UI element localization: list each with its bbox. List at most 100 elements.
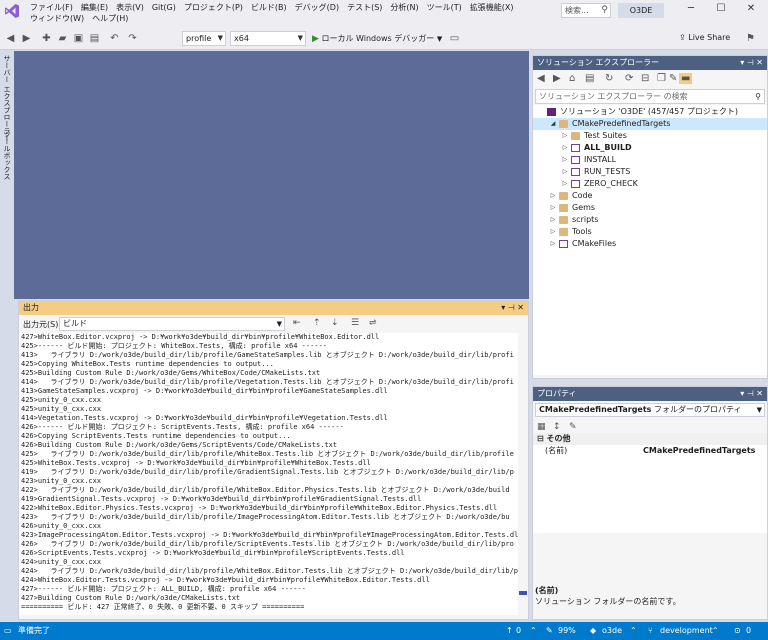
categorized-icon[interactable]: ▦: [537, 422, 546, 432]
properties-wrench-icon[interactable]: ✎: [669, 73, 677, 84]
pin-icon[interactable]: ⊣: [747, 58, 754, 67]
close-icon[interactable]: ✕: [756, 58, 763, 67]
solution-explorer-title-bar[interactable]: ソリューション エクスプローラー ▾ ⊣ ✕: [533, 56, 767, 70]
tree-item[interactable]: ▷ RUN_TESTS: [533, 166, 767, 178]
tree-item[interactable]: ◢ CMakePredefinedTargets: [533, 118, 767, 130]
go-to-next-icon[interactable]: ⇣: [331, 318, 339, 328]
menu-help[interactable]: ヘルプ(H): [88, 13, 132, 24]
output-scrollbar[interactable]: [518, 333, 528, 615]
pin-icon[interactable]: ⊣: [508, 303, 515, 312]
tree-item[interactable]: ▷ INSTALL: [533, 154, 767, 166]
tab-toolbox[interactable]: ツールボックス: [2, 131, 12, 180]
tree-item[interactable]: ▷ Code: [533, 190, 767, 202]
active-view-icon[interactable]: ▬: [679, 73, 693, 84]
platform-select[interactable]: x64 ▼: [230, 31, 306, 46]
expander-icon[interactable]: ▷: [549, 226, 557, 238]
tree-item[interactable]: ▷ ALL_BUILD: [533, 142, 767, 154]
save-icon[interactable]: ▣: [72, 32, 85, 45]
expander-icon[interactable]: ▷: [561, 178, 569, 190]
open-folder-icon[interactable]: ▰: [56, 32, 69, 45]
back-icon[interactable]: ◀: [537, 73, 545, 84]
tree-item[interactable]: ▷ ZERO_CHECK: [533, 178, 767, 190]
collapse-all-icon[interactable]: ⊟: [641, 73, 649, 84]
scrollbar-thumb[interactable]: [519, 591, 527, 595]
tree-item[interactable]: ▷ Tools: [533, 226, 767, 238]
dropdown-icon[interactable]: ▾: [501, 303, 505, 312]
new-project-icon[interactable]: ✚: [40, 32, 53, 45]
minimize-button[interactable]: ─: [676, 0, 706, 18]
expander-icon[interactable]: ▷: [561, 130, 569, 142]
chevron-up-icon[interactable]: ⌃: [712, 622, 719, 640]
screen-icon[interactable]: ▭: [448, 32, 461, 45]
output-source-select[interactable]: ビルド ▼: [59, 317, 285, 331]
find-message-icon[interactable]: ⇡: [313, 318, 321, 328]
menu-view[interactable]: 表示(V): [112, 2, 148, 13]
tree-item[interactable]: ▷ scripts: [533, 214, 767, 226]
expander-icon[interactable]: ▷: [561, 166, 569, 178]
output-text[interactable]: 427>WhiteBox.Editor.vcxproj -> D:¥work¥o…: [19, 333, 518, 615]
tree-item[interactable]: ▷ Test Suites: [533, 130, 767, 142]
property-pages-icon[interactable]: ✎: [569, 422, 577, 432]
live-share-button[interactable]: ⇪ Live Share: [679, 33, 730, 42]
pin-icon[interactable]: ⊣: [747, 389, 754, 398]
status-changes[interactable]: 0: [746, 622, 751, 640]
chevron-up-icon[interactable]: ⌃: [530, 622, 537, 640]
status-branch[interactable]: development: [660, 622, 713, 640]
redo-icon[interactable]: ↷: [126, 32, 139, 45]
start-debugging-button[interactable]: ▶ ローカル Windows デバッガー ▼: [312, 32, 442, 46]
maximize-button[interactable]: ☐: [706, 0, 736, 18]
menu-analyze[interactable]: 分析(N): [386, 2, 422, 13]
dropdown-icon[interactable]: ▾: [740, 58, 744, 67]
menu-project[interactable]: プロジェクト(P): [180, 2, 247, 13]
dropdown-icon[interactable]: ▾: [740, 389, 744, 398]
forward-icon[interactable]: ▶: [20, 32, 33, 45]
menu-tools[interactable]: ツール(T): [423, 2, 466, 13]
close-button[interactable]: ✕: [736, 0, 766, 18]
expander-icon[interactable]: ▷: [549, 202, 557, 214]
word-wrap-icon[interactable]: ⇌: [369, 318, 377, 328]
status-repo[interactable]: o3de: [602, 622, 622, 640]
property-category[interactable]: ⊟ その他: [533, 433, 767, 445]
menu-debug[interactable]: デバッグ(D): [291, 2, 343, 13]
back-icon[interactable]: ◀: [4, 32, 17, 45]
tree-item[interactable]: ▷ CMakeFiles: [533, 238, 767, 250]
properties-object-select[interactable]: CMakePredefinedTargets フォルダーのプロパティ ▼: [535, 403, 765, 417]
configuration-select[interactable]: profile ▼: [182, 31, 226, 46]
global-search-input[interactable]: 検索... ⚲: [561, 3, 611, 18]
menu-build[interactable]: ビルド(B): [247, 2, 291, 13]
switch-views-icon[interactable]: ▤: [585, 73, 594, 84]
close-icon[interactable]: ✕: [517, 303, 524, 312]
go-to-previous-icon[interactable]: ⇤: [293, 318, 301, 328]
feedback-icon[interactable]: ⚑: [744, 32, 757, 45]
undo-icon[interactable]: ↶: [108, 32, 121, 45]
expander-icon[interactable]: ▷: [549, 214, 557, 226]
expander-icon[interactable]: ▷: [549, 238, 557, 250]
menu-file[interactable]: ファイル(F): [26, 2, 77, 13]
expander-icon[interactable]: ▷: [549, 190, 557, 202]
clear-all-icon[interactable]: ☰: [351, 318, 359, 328]
expander-icon[interactable]: ▷: [561, 154, 569, 166]
save-all-icon[interactable]: ▤: [88, 32, 101, 45]
expander-icon[interactable]: ▷: [561, 142, 569, 154]
menu-window[interactable]: ウィンドウ(W): [26, 13, 88, 24]
menu-edit[interactable]: 編集(E): [77, 2, 112, 13]
output-title-bar[interactable]: 出力 ▾ ⊣ ✕: [19, 301, 528, 315]
status-up-count[interactable]: 0: [516, 622, 521, 640]
close-icon[interactable]: ✕: [756, 389, 763, 398]
alphabetical-icon[interactable]: ↕: [553, 422, 561, 432]
tab-server-explorer[interactable]: サーバー エクスプローラー: [2, 55, 12, 141]
chevron-up-icon[interactable]: ⌃: [630, 622, 637, 640]
properties-title-bar[interactable]: プロパティ ▾ ⊣ ✕: [533, 387, 767, 401]
sync-icon[interactable]: ↻: [605, 73, 613, 84]
show-all-files-icon[interactable]: ❐: [657, 73, 666, 84]
refresh-icon[interactable]: ⟳: [625, 73, 633, 84]
menu-extensions[interactable]: 拡張機能(X): [466, 2, 518, 13]
expander-icon[interactable]: ◢: [549, 118, 557, 130]
tree-item[interactable]: ▷ Gems: [533, 202, 767, 214]
publish-icon[interactable]: ↑: [506, 622, 513, 640]
solution-explorer-search-input[interactable]: ソリューション エクスプローラー の検索 ⚲: [535, 89, 765, 104]
forward-icon[interactable]: ▶: [553, 73, 561, 84]
status-zoom[interactable]: 99%: [558, 622, 576, 640]
tree-item[interactable]: ソリューション 'O3DE' (457/457 プロジェクト): [533, 106, 767, 118]
menu-git[interactable]: Git(G): [148, 2, 180, 13]
